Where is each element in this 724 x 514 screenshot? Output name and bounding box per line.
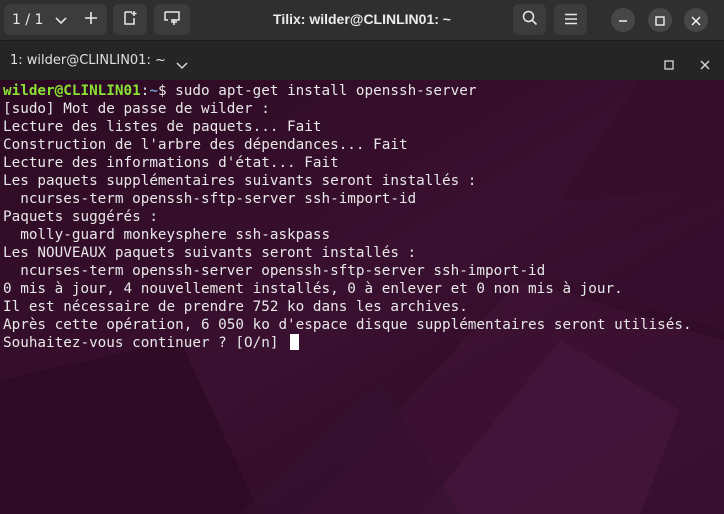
output-line: Après cette opération, 6 050 ko d'espace… xyxy=(3,317,692,333)
terminal-area[interactable]: wilder@CLINLIN01:~$ sudo apt-get install… xyxy=(0,80,724,514)
output-line: 0 mis à jour, 4 nouvellement installés, … xyxy=(3,281,623,297)
search-button[interactable] xyxy=(513,4,546,35)
output-line: ncurses-term openssh-server openssh-sftp… xyxy=(3,263,546,279)
command-line: wilder@CLINLIN01:~$ sudo apt-get install… xyxy=(3,82,692,100)
search-icon xyxy=(522,10,538,30)
output-line: Les NOUVEAUX paquets suivants seront ins… xyxy=(3,245,417,261)
terminal-close-icon[interactable] xyxy=(700,55,710,74)
output-line: Paquets suggérés : xyxy=(3,209,158,225)
output-line: Lecture des listes de paquets... Fait xyxy=(3,119,322,135)
prompt-user: wilder@CLINLIN01 xyxy=(3,83,141,99)
output-line: Il est nécessaire de prendre 752 ko dans… xyxy=(3,299,468,315)
maximize-button[interactable] xyxy=(648,8,672,32)
minimize-button[interactable] xyxy=(611,8,635,32)
confirm-prompt: Souhaitez-vous continuer ? [O/n] xyxy=(3,335,288,351)
output-line: Construction de l'arbre des dépendances.… xyxy=(3,137,408,153)
output-line: ncurses-term openssh-sftp-server ssh-imp… xyxy=(3,191,417,207)
command-text: sudo apt-get install openssh-server xyxy=(175,83,477,99)
hamburger-menu-icon xyxy=(564,10,578,29)
output-line: molly-guard monkeysphere ssh-askpass xyxy=(3,227,331,243)
confirm-prompt-line: Souhaitez-vous continuer ? [O/n] xyxy=(3,334,692,352)
maximize-icon xyxy=(655,11,665,30)
output-line: Les paquets supplémentaires suivants ser… xyxy=(3,173,477,189)
minimize-icon xyxy=(618,11,628,30)
output-line: Lecture des informations d'état... Fait xyxy=(3,155,339,171)
close-icon xyxy=(691,11,701,30)
terminal-title[interactable]: 1: wilder@CLINLIN01: ~ xyxy=(10,53,166,68)
prompt-symbol: $ xyxy=(157,83,176,99)
terminal-maximize-icon[interactable] xyxy=(664,55,674,74)
header-bar: 1 / 1 Tilix: wilder@CLINLIN01: ~ xyxy=(0,0,724,40)
terminal-title-bar: 1: wilder@CLINLIN01: ~ xyxy=(0,40,724,80)
terminal-cursor[interactable] xyxy=(290,334,300,350)
terminal-output: wilder@CLINLIN01:~$ sudo apt-get install… xyxy=(3,82,692,352)
main-menu-button[interactable] xyxy=(554,4,587,35)
output-line: [sudo] Mot de passe de wilder : xyxy=(3,101,270,117)
prompt-path: ~ xyxy=(149,83,158,99)
close-button[interactable] xyxy=(684,8,708,32)
chevron-down-icon[interactable] xyxy=(176,55,188,74)
